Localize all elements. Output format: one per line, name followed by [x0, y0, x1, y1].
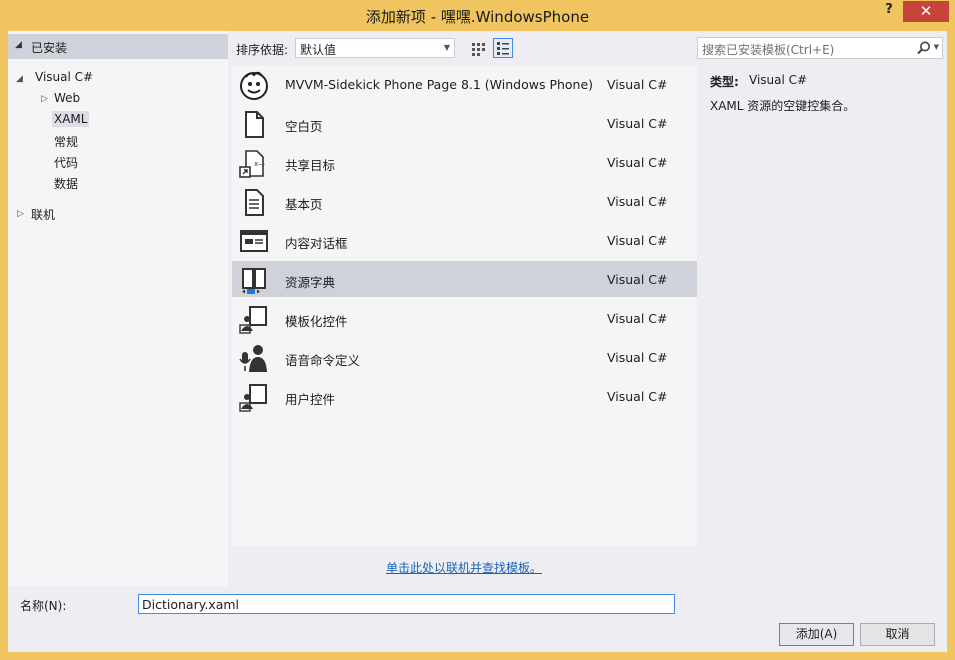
tree-item-general[interactable]: 常规 [54, 133, 78, 150]
add-button[interactable]: 添加(A) [779, 623, 854, 646]
search-placeholder: 搜索已安装模板(Ctrl+E) [702, 43, 835, 57]
blank-page-icon [245, 111, 264, 138]
template-language: Visual C# [607, 194, 668, 209]
template-name: 空白页 [285, 119, 323, 134]
share-target-icon: x— [239, 150, 265, 178]
template-name: 共享目标 [285, 158, 336, 173]
sort-value: 默认值 [300, 43, 337, 57]
search-templates-input[interactable]: 搜索已安装模板(Ctrl+E) ▼ [697, 37, 943, 59]
expand-arrow-icon[interactable]: ◢ [16, 74, 23, 84]
file-name-input[interactable] [138, 594, 675, 614]
template-name: 基本页 [285, 197, 323, 212]
search-icon[interactable] [916, 40, 932, 56]
find-templates-online-link[interactable]: 单击此处以联机并查找模板。 [386, 559, 542, 576]
collapse-arrow-icon: ◢ [15, 40, 22, 50]
template-language: Visual C# [607, 272, 668, 287]
template-name: 资源字典 [285, 275, 336, 290]
user-control-icon [239, 384, 267, 412]
list-view-button[interactable] [493, 38, 513, 58]
close-button[interactable]: ✕ [903, 1, 949, 22]
template-name: 内容对话框 [285, 236, 348, 251]
template-row-selected[interactable]: 资源字典 Visual C# [232, 261, 697, 297]
installed-label: 已安装 [31, 41, 68, 55]
chevron-down-icon[interactable]: ▼ [934, 43, 939, 51]
sort-label: 排序依据: [236, 43, 289, 57]
basic-page-icon [245, 189, 264, 216]
template-name: MVVM-Sidekick Phone Page 8.1 (Windows Ph… [285, 77, 594, 92]
category-tree: ◢ 已安装 ◢ Visual C# ▷ Web XAML 常规 代码 数据 ▷ … [8, 31, 228, 586]
help-button[interactable]: ? [878, 2, 900, 22]
installed-header[interactable]: ◢ 已安装 [8, 34, 228, 59]
voice-command-icon [239, 345, 267, 372]
grid-icon [472, 43, 485, 56]
template-row[interactable]: 用户控件 Visual C# [232, 378, 697, 414]
content-dialog-icon [240, 230, 268, 252]
template-language: Visual C# [607, 116, 668, 131]
template-language: Visual C# [607, 233, 668, 248]
name-label: 名称(N): [20, 599, 67, 613]
title-bar[interactable]: 添加新项 - 嘿嘿.WindowsPhone ? ✕ [0, 0, 955, 30]
dialog-client-area: ◢ 已安装 ◢ Visual C# ▷ Web XAML 常规 代码 数据 ▷ … [8, 31, 947, 652]
template-language: Visual C# [607, 389, 668, 404]
cancel-button[interactable]: 取消 [860, 623, 935, 646]
template-row[interactable]: 空白页 Visual C# [232, 105, 697, 141]
list-icon [497, 42, 509, 55]
collapsed-arrow-icon[interactable]: ▷ [17, 209, 24, 219]
type-label: 类型: [710, 75, 739, 89]
collapsed-arrow-icon[interactable]: ▷ [41, 94, 48, 104]
window-title: 添加新项 - 嘿嘿.WindowsPhone [365, 8, 590, 26]
template-name: 用户控件 [285, 392, 336, 407]
template-language: Visual C# [607, 155, 668, 170]
template-language: Visual C# [607, 77, 668, 92]
smiley-face-icon [240, 71, 268, 100]
template-row[interactable]: 语音命令定义 Visual C# [232, 339, 697, 375]
sort-toolbar: 排序依据: 默认值 ▼ [232, 37, 698, 61]
template-language: Visual C# [607, 311, 668, 326]
template-list: MVVM-Sidekick Phone Page 8.1 (Windows Ph… [232, 66, 697, 546]
template-row[interactable]: x— 共享目标 Visual C# [232, 144, 697, 180]
type-value: Visual C# [749, 73, 808, 87]
small-icons-view-button[interactable] [468, 38, 488, 58]
template-row[interactable]: 内容对话框 Visual C# [232, 222, 697, 258]
template-name: 模板化控件 [285, 314, 348, 329]
template-row[interactable]: 模板化控件 Visual C# [232, 300, 697, 336]
tree-item-xaml[interactable]: XAML [52, 111, 90, 127]
template-language: Visual C# [607, 350, 668, 365]
tree-item-web[interactable]: Web [54, 91, 80, 105]
chevron-down-icon: ▼ [443, 43, 450, 52]
tree-item-online[interactable]: 联机 [31, 206, 55, 223]
template-details-pane: 类型: Visual C# XAML 资源的空键控集合。 [697, 66, 947, 546]
template-row[interactable]: MVVM-Sidekick Phone Page 8.1 (Windows Ph… [232, 66, 697, 102]
template-row[interactable]: 基本页 Visual C# [232, 183, 697, 219]
tree-item-visual-csharp[interactable]: Visual C# [35, 70, 93, 84]
tree-item-data[interactable]: 数据 [54, 175, 78, 192]
resource-dictionary-icon [242, 268, 266, 294]
dialog-footer: 名称(N): 添加(A) 取消 [8, 586, 947, 652]
tree-item-code[interactable]: 代码 [54, 154, 78, 171]
templated-control-icon [239, 306, 267, 334]
template-description: XAML 资源的空键控集合。 [710, 99, 856, 113]
sort-dropdown[interactable]: 默认值 ▼ [295, 38, 455, 58]
svg-text:x—: x— [254, 160, 265, 168]
dialog-window: 添加新项 - 嘿嘿.WindowsPhone ? ✕ ◢ 已安装 ◢ Visua… [0, 0, 955, 660]
template-name: 语音命令定义 [285, 353, 361, 368]
